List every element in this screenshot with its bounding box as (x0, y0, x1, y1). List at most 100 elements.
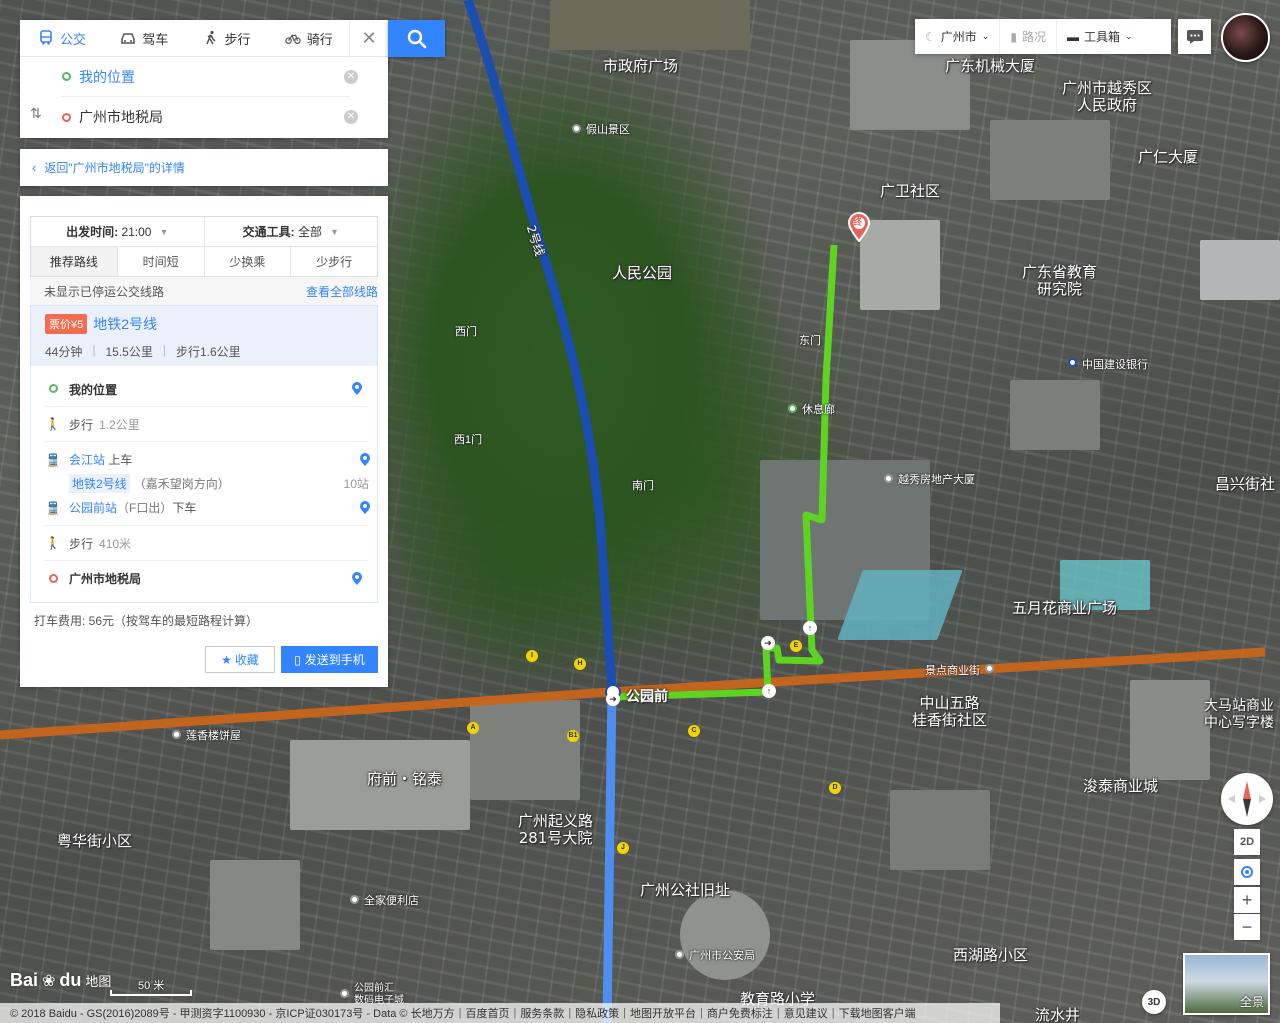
exit-badge: D (829, 782, 841, 794)
exit-badge: C (688, 725, 700, 737)
tab-walk[interactable]: 步行 (185, 20, 267, 57)
departure-time-select[interactable]: 出发时间: 21:00 ▼ (31, 217, 205, 246)
step-start[interactable]: 我的位置 (45, 372, 369, 407)
alight-station[interactable]: 公园前站 (69, 499, 117, 516)
close-icon[interactable]: ✕ (349, 19, 388, 57)
poi-dot (675, 950, 684, 959)
favorite-button[interactable]: ★ 收藏 (205, 646, 275, 673)
footer-link-terms[interactable]: 服务条款 (520, 1005, 564, 1021)
footer-link-open-platform[interactable]: 地图开放平台 (630, 1005, 696, 1021)
send-to-phone-button[interactable]: ▯ 发送到手机 (281, 646, 378, 673)
route-plan[interactable]: 票价¥5 地铁2号线 44分钟 | 15.5公里 | 步行1.6公里 我的位置 … (30, 305, 378, 603)
divider: | (831, 1007, 835, 1019)
tab-car[interactable]: 驾车 (102, 20, 184, 57)
step-end[interactable]: 广州市地税局 (45, 561, 369, 596)
end-field[interactable]: 广州市地税局 ✕ (62, 97, 358, 137)
zoom-in-button[interactable]: + (1234, 887, 1260, 913)
clear-end-icon[interactable]: ✕ (344, 110, 358, 124)
moon-icon: ☾ (925, 29, 936, 44)
tab-recommended[interactable]: 推荐路线 (31, 247, 118, 276)
3d-toggle-button[interactable]: 3D (1142, 990, 1166, 1014)
walk-arrow-up: ↑ (803, 621, 817, 635)
map-label: 广东机械大厦 (945, 57, 1036, 75)
map-label: 府前・铭泰 (367, 770, 443, 788)
map-scale: 50 米 (110, 980, 192, 996)
line-tag[interactable]: 地铁2号线 (69, 474, 130, 493)
traffic-toggle[interactable]: ▮ 路况 (1000, 19, 1057, 54)
step-walk[interactable]: 🚶 步行 410米 (45, 526, 369, 561)
map-label: 中山五路 桂香街社区 (912, 694, 988, 729)
tab-shortest-time[interactable]: 时间短 (118, 247, 205, 276)
destination-pin[interactable]: 终 (847, 212, 871, 243)
map-label: 东门 (799, 335, 821, 347)
transport-label: 交通工具: (242, 225, 295, 239)
2d-toggle-button[interactable]: 2D (1234, 829, 1260, 855)
tab-fewer-transfers[interactable]: 少换乘 (205, 247, 292, 276)
poi-dot (340, 989, 349, 998)
zoom-out-button[interactable]: − (1234, 914, 1260, 940)
route-filters: 出发时间: 21:00 ▼ 交通工具: 全部 ▼ 推荐路线 时间短 少换乘 少步… (30, 216, 378, 277)
plan-walk: 步行1.6公里 (175, 345, 241, 359)
walk-arrow-right: ➜ (606, 692, 620, 706)
map-label: 中国建设银行 (1082, 359, 1148, 371)
locate-pin-icon[interactable] (351, 571, 363, 586)
paw-icon: ❀ (42, 972, 56, 990)
city-select[interactable]: ☾ 广州市 ⌄ (915, 19, 1001, 54)
start-field[interactable]: 我的位置 ✕ (62, 57, 358, 97)
footer-link-privacy[interactable]: 隐私政策 (575, 1005, 619, 1021)
view-all-lines-link[interactable]: 查看全部线路 (306, 283, 378, 300)
transport-type-select[interactable]: 交通工具: 全部 ▼ (205, 217, 378, 246)
baidu-map-logo[interactable]: Bai ❀ du 地图 (10, 970, 111, 991)
swap-icon[interactable]: ⇅ (30, 105, 42, 122)
start-value: 我的位置 (79, 68, 135, 85)
panorama-label: 全景 (1239, 995, 1264, 1009)
board-station[interactable]: 会江站 (69, 451, 105, 468)
locate-pin-icon[interactable] (359, 452, 371, 467)
map-label: 越秀房地产大厦 (898, 474, 975, 486)
locate-pin-icon[interactable] (351, 382, 363, 396)
tab-bus[interactable]: 公交 (20, 20, 102, 57)
divider: | (623, 1007, 627, 1019)
footer-link-download[interactable]: 下载地图客户端 (839, 1005, 916, 1021)
compass-control[interactable] (1221, 773, 1273, 825)
footer-link-merchant[interactable]: 商户免费标注 (707, 1005, 773, 1021)
chevron-left-icon: ‹ (32, 160, 37, 175)
map-label: 西湖路小区 (953, 946, 1029, 964)
tab-less-walking[interactable]: 少步行 (291, 247, 377, 276)
search-button[interactable] (388, 20, 445, 57)
clear-start-icon[interactable]: ✕ (344, 69, 358, 84)
message-button[interactable] (1178, 19, 1211, 54)
locate-button[interactable] (1234, 859, 1260, 885)
plan-line-name[interactable]: 地铁2号线 (93, 314, 157, 334)
map-label: 莲香楼饼屋 (186, 730, 241, 742)
chevron-down-icon: ⌄ (1124, 31, 1133, 41)
exit-badge: B1 (567, 730, 579, 742)
phone-icon: ▯ (294, 652, 301, 667)
route-search-box: 公交 驾车 步行 骑行 ✕ ⇅ 我的位置 ✕ 广州市地税局 ✕ (20, 19, 388, 138)
user-avatar[interactable] (1221, 13, 1270, 62)
map-label: 昌兴街社 (1215, 475, 1276, 493)
divider: | (513, 1007, 517, 1019)
step-walk[interactable]: 🚶 步行 1.2公里 (45, 407, 369, 442)
car-icon (121, 33, 135, 44)
step-metro[interactable]: 🚆 会江站 上车 地铁2号线 （嘉禾望岗方向） 10站 🚆 公园前站 （F口出）… (45, 442, 371, 526)
footer-link-home[interactable]: 百度首页 (465, 1005, 509, 1021)
map-label: 西门 (455, 326, 477, 338)
back-to-detail-link[interactable]: ‹ 返回"广州市地税局"的详情 (20, 149, 388, 186)
panorama-thumbnail[interactable]: 全景 (1183, 953, 1270, 1015)
footer-link-feedback[interactable]: 意见建议 (784, 1005, 828, 1021)
traffic-light-icon: ▮ (1010, 29, 1017, 44)
logo-sub: 地图 (85, 974, 112, 989)
map-label: 大马站商业 中心写字楼 (1204, 698, 1274, 731)
tab-bike[interactable]: 骑行 (267, 20, 349, 57)
depart-value: 21:00 (121, 224, 152, 239)
exit-badge: I (526, 650, 538, 662)
plan-duration: 44分钟 (45, 345, 83, 359)
walk-icon (205, 30, 216, 45)
toolbox-menu[interactable]: ▬ 工具箱 ⌄ (1057, 19, 1143, 54)
locate-pin-icon[interactable] (359, 500, 371, 515)
map-label: 粤华街小区 (57, 832, 133, 850)
divider: | (568, 1007, 572, 1019)
walk-arrow-up: ↑ (762, 684, 776, 698)
plan-distance: 15.5公里 (105, 345, 153, 359)
